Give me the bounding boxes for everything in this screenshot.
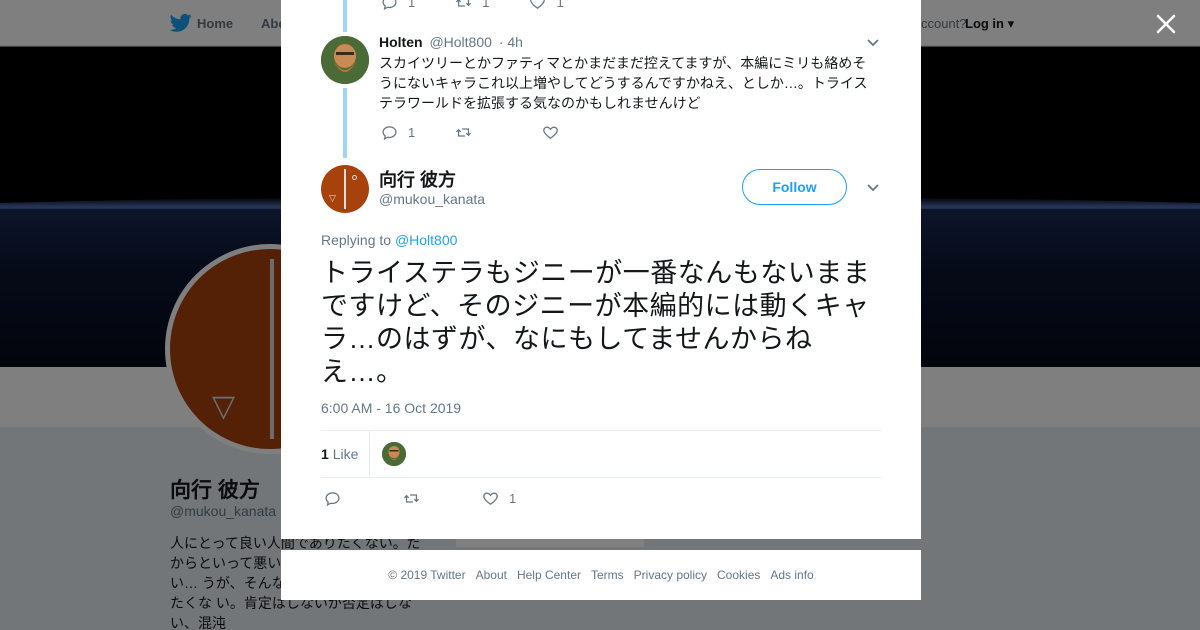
close-icon[interactable] (1152, 10, 1180, 38)
main-tweet-actions: 1 (324, 490, 556, 507)
reply-icon (325, 492, 340, 507)
reply-tweet-text: スカイツリーとかファティマとかまだまだ控えてますが、本編にミリも絡めそうにないキ… (379, 55, 868, 111)
prev-tweet-actions: 1 1 1 (381, 0, 604, 11)
reply-tweet-header: Holten @Holt800 · 4h (379, 34, 523, 50)
reply-tweet-actions: 1 (381, 124, 599, 141)
footer-link-cookies[interactable]: Cookies (717, 568, 760, 582)
replying-prefix: Replying to (321, 232, 392, 248)
retweet-action[interactable]: 1 (455, 0, 489, 11)
main-author-handle[interactable]: @mukou_kanata (379, 191, 485, 207)
chevron-down-icon[interactable] (866, 38, 880, 48)
like-action[interactable] (542, 124, 559, 141)
retweet-icon (456, 0, 472, 7)
dwarf-avatar-image (321, 36, 369, 84)
likes-count: 1 (321, 446, 329, 462)
retweet-icon (403, 494, 420, 503)
chevron-down-icon[interactable] (866, 183, 880, 193)
reply-action[interactable]: 1 (381, 0, 415, 11)
reply-action[interactable] (324, 490, 341, 507)
thread-connector (343, 88, 347, 158)
retweet-action[interactable] (455, 124, 472, 141)
replying-to-link[interactable]: @Holt800 (395, 232, 457, 248)
main-author-name[interactable]: 向行 彼方 (379, 166, 456, 192)
footer-link-privacy[interactable]: Privacy policy (634, 568, 707, 582)
likes-label: Like (332, 446, 359, 462)
heart-icon (530, 0, 546, 9)
dwarf-avatar-image (382, 442, 406, 466)
replying-to: Replying to @Holt800 (321, 232, 457, 248)
likes-stat[interactable]: 1 Like (321, 446, 358, 462)
like-action[interactable]: 1 (482, 490, 516, 507)
reply-icon (382, 0, 397, 11)
reply-count: 1 (408, 0, 416, 10)
triangle-mark: ▽ (329, 193, 336, 203)
liker-avatar[interactable] (382, 442, 406, 466)
reply-author-name[interactable]: Holten (379, 34, 423, 50)
tweet-timestamp[interactable]: 6:00 AM - 16 Oct 2019 (321, 400, 461, 416)
retweet-count: 1 (482, 0, 490, 10)
follow-button[interactable]: Follow (742, 169, 847, 205)
stats-divider (369, 431, 370, 478)
retweet-action[interactable] (403, 490, 420, 507)
like-count: 1 (509, 491, 517, 506)
footer-copyright: © 2019 Twitter (388, 568, 466, 582)
thread-connector (343, 0, 347, 32)
reply-action[interactable]: 1 (381, 124, 415, 141)
avatar[interactable] (321, 36, 369, 84)
footer-link-about[interactable]: About (476, 568, 507, 582)
retweet-icon (456, 128, 472, 137)
reply-author-handle[interactable]: @Holt800 (429, 34, 491, 50)
avatar[interactable]: ▽ (321, 165, 369, 213)
reply-icon (382, 126, 397, 141)
like-count: 1 (556, 0, 564, 10)
footer-link-help-center[interactable]: Help Center (517, 568, 581, 582)
reply-time[interactable]: · 4h (499, 34, 523, 50)
tweet-stats: 1 Like (321, 430, 881, 478)
modal-footer: © 2019 Twitter About Help Center Terms P… (281, 550, 921, 600)
footer-link-terms[interactable]: Terms (591, 568, 624, 582)
main-tweet-text: トライステラもジニーが一番なんもないままですけど、そのジニーが本編的には動くキャ… (321, 258, 871, 387)
heart-icon (543, 126, 559, 139)
heart-icon (483, 492, 498, 505)
like-action[interactable]: 1 (529, 0, 564, 11)
reply-count: 1 (408, 125, 416, 140)
footer-link-ads-info[interactable]: Ads info (770, 568, 813, 582)
tweet-permalink-modal: 1 1 1 Holten @Holt800 · 4h スカイツリーとかファティマ… (281, 0, 921, 539)
